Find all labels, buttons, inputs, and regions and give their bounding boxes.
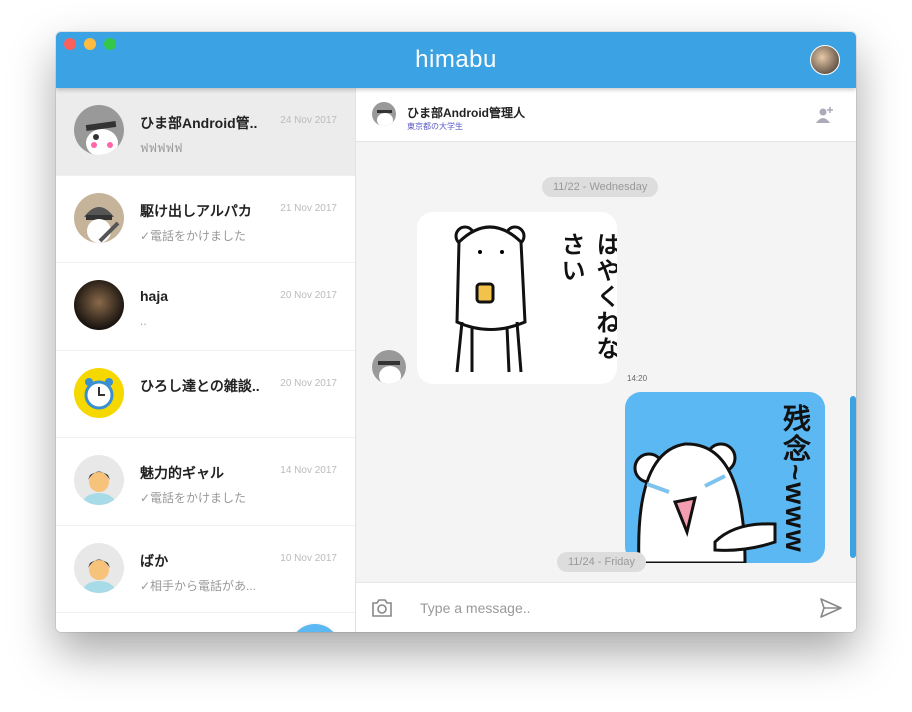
bear-sticker-image — [454, 225, 527, 373]
conversation-name: ひろし達との雑談.. — [140, 377, 260, 394]
avatar — [74, 542, 124, 593]
conversation-list: ひま部Android管.. 24 Nov 2017 ฟฟฟฟฟ 駆け出しアルパカ… — [56, 88, 356, 632]
avatar — [74, 367, 124, 418]
avatar — [74, 280, 124, 330]
message-composer — [356, 582, 856, 632]
conversation-date: 10 Nov 2017 — [280, 552, 337, 564]
sticker-message[interactable]: はやくねなさい — [417, 212, 617, 384]
app-title: himabu — [415, 46, 497, 73]
send-icon[interactable] — [820, 598, 842, 618]
date-separator: 11/24 - Friday — [557, 552, 647, 572]
camera-icon[interactable] — [371, 598, 393, 618]
conversation-item[interactable]: ひろし達との雑談.. 20 Nov 2017 — [56, 350, 355, 438]
message-input[interactable] — [420, 597, 780, 619]
conversation-preview: ฟฟฟฟฟ — [140, 141, 183, 155]
contact-avatar[interactable] — [372, 102, 396, 126]
app-window: himabu ひま部Android管.. 24 Nov 2017 ฟฟฟฟฟ 駆… — [56, 32, 856, 632]
conversation-name: 魅力的ギャル — [140, 465, 224, 481]
alarm-clock-icon — [84, 377, 114, 409]
message-time: 14:20 — [627, 374, 648, 383]
conversation-item[interactable]: 駆け出しアルパカ 21 Nov 2017 ✓電話をかけました — [56, 175, 355, 263]
chat-header: ひま部Android管理人 東京都の大学生 — [356, 88, 856, 142]
conversation-date: 14 Nov 2017 — [280, 465, 337, 476]
contact-name: ひま部Android管理人 — [407, 106, 525, 120]
conversation-name: ばか — [140, 552, 169, 569]
add-user-icon[interactable] — [816, 106, 834, 124]
sender-avatar[interactable] — [372, 350, 406, 384]
conversation-preview: ✓電話をかけました — [140, 228, 247, 243]
conversation-preview: .. — [140, 314, 147, 328]
sticker-message[interactable]: 残念~www — [625, 392, 825, 563]
conversation-date: 20 Nov 2017 — [280, 377, 337, 389]
conversation-item[interactable]: ひま部Android管.. 24 Nov 2017 ฟฟฟฟฟ — [56, 88, 355, 176]
avatar — [74, 105, 124, 155]
date-separator: 11/22 - Wednesday — [542, 177, 659, 197]
sticker-text: 残念~www — [780, 404, 811, 554]
conversation-item[interactable]: ばか 10 Nov 2017 ✓相手から電話があ... — [56, 525, 355, 613]
user-avatar[interactable] — [810, 45, 840, 75]
conversation-preview: ✓電話をかけました — [140, 491, 247, 505]
avatar — [74, 455, 124, 505]
avatar — [74, 192, 124, 243]
conversation-date: 24 Nov 2017 — [280, 115, 337, 126]
chat-panel: ひま部Android管理人 東京都の大学生 11/22 - Wednesday … — [356, 88, 856, 632]
conversation-date: 20 Nov 2017 — [280, 290, 337, 301]
sticker-text: はやくねなさい — [557, 232, 617, 362]
title-bar: himabu — [56, 32, 856, 88]
conversation-item[interactable]: haja 20 Nov 2017 .. — [56, 263, 355, 351]
conversation-date: 21 Nov 2017 — [280, 202, 337, 214]
conversation-name: ひま部Android管.. — [140, 115, 258, 131]
scrollbar[interactable] — [850, 396, 856, 558]
plus-icon: + — [305, 629, 325, 632]
new-conversation-button[interactable]: + — [290, 624, 340, 632]
conversation-name: haja — [140, 288, 169, 304]
conversation-name: 駆け出しアルパカ — [140, 202, 252, 219]
conversation-item[interactable]: 魅力的ギャル 14 Nov 2017 ✓電話をかけました — [56, 438, 355, 526]
contact-subtitle: 東京都の大学生 — [407, 122, 463, 131]
conversation-preview: ✓相手から電話があ... — [140, 578, 257, 593]
